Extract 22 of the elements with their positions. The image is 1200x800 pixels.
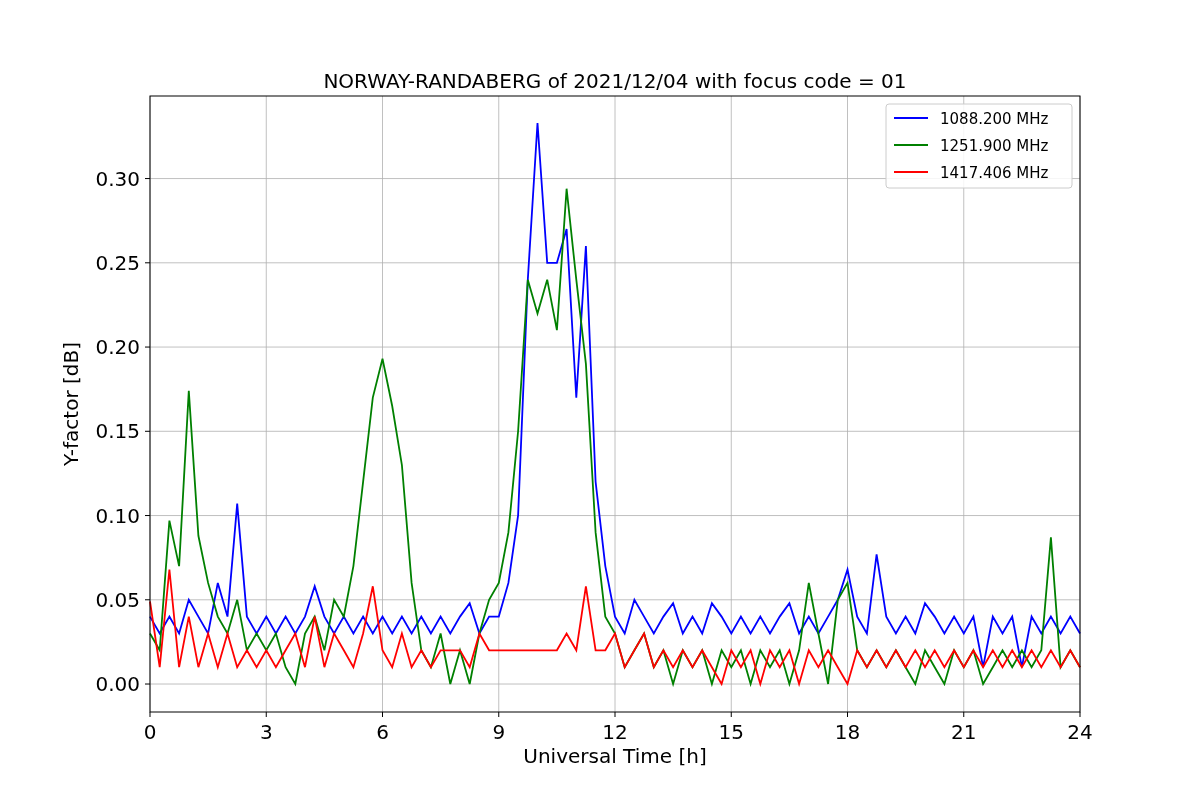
x-axis-label: Universal Time [h] [523, 744, 707, 768]
x-tick-label: 6 [376, 720, 389, 744]
y-tick-label: 0.25 [95, 250, 140, 275]
x-tick-label: 21 [951, 720, 977, 744]
legend-label: 1417.406 MHz [940, 164, 1049, 182]
x-tick-label: 12 [602, 720, 628, 744]
x-tick-label: 3 [259, 720, 273, 744]
x-tick-label: 0 [143, 720, 157, 744]
y-tick-label: 0.10 [95, 503, 140, 528]
y-tick-label: 0.20 [95, 335, 140, 360]
x-tick-label: 24 [1067, 720, 1093, 744]
x-tick-label: 9 [492, 720, 506, 744]
x-tick-label: 18 [834, 720, 861, 744]
legend-label: 1251.900 MHz [940, 137, 1049, 155]
y-tick-label: 0.00 [95, 672, 140, 697]
y-tick-label: 0.15 [95, 419, 140, 444]
y-tick-label: 0.05 [95, 587, 140, 612]
y-tick-label: 0.30 [95, 166, 140, 191]
y-axis-label: Y-factor [dB] [59, 342, 83, 466]
x-tick-label: 15 [718, 720, 744, 744]
legend-label: 1088.200 MHz [940, 110, 1049, 128]
chart-title: NORWAY-RANDABERG of 2021/12/04 with focus code = 01 [323, 69, 907, 93]
